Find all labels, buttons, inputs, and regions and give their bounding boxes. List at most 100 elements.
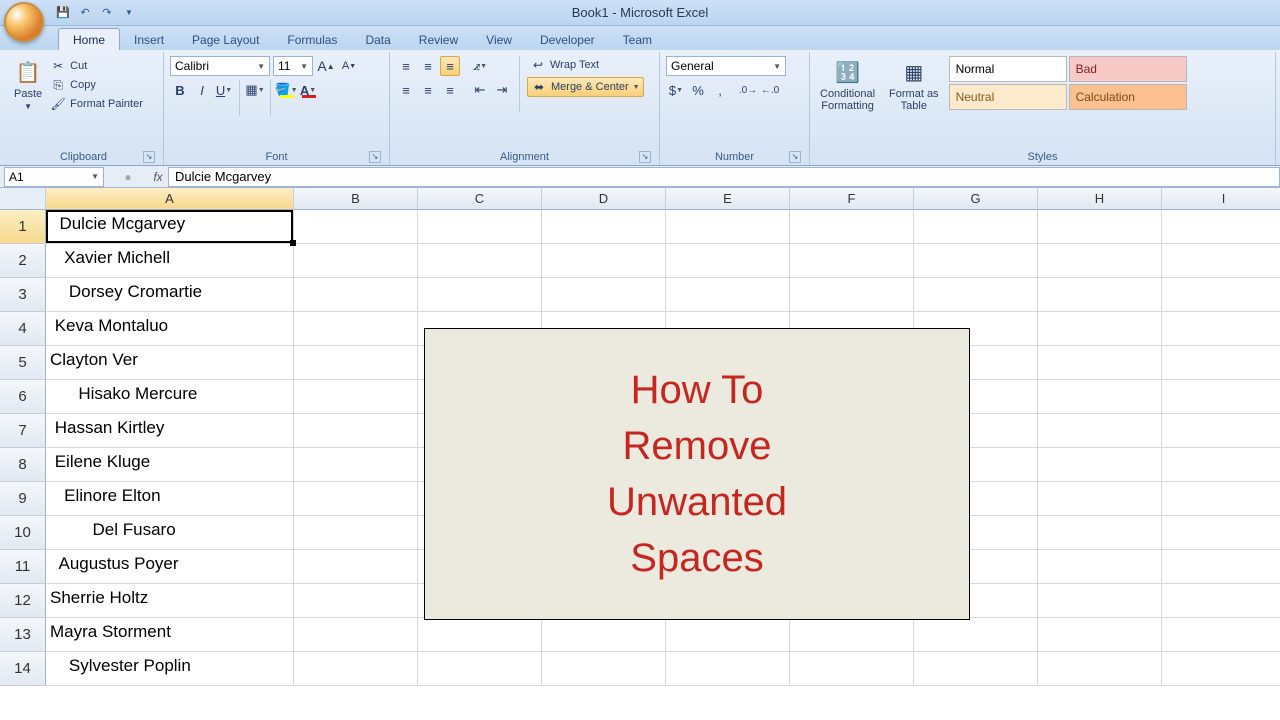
tab-review[interactable]: Review xyxy=(405,29,472,50)
column-header[interactable]: E xyxy=(666,188,790,210)
comma-icon[interactable]: , xyxy=(710,80,730,100)
redo-icon[interactable]: ↷ xyxy=(98,4,116,22)
select-all-corner[interactable] xyxy=(0,188,46,210)
style-neutral[interactable]: Neutral xyxy=(949,84,1067,110)
row-header[interactable]: 12 xyxy=(0,584,46,618)
column-header[interactable]: A xyxy=(46,188,294,210)
style-bad[interactable]: Bad xyxy=(1069,56,1187,82)
name-box[interactable]: A1▼ xyxy=(4,167,104,187)
cell[interactable]: Sylvester Poplin xyxy=(46,652,294,686)
cell[interactable] xyxy=(1038,210,1162,244)
row-header[interactable]: 6 xyxy=(0,380,46,414)
cell[interactable] xyxy=(790,618,914,652)
cell[interactable] xyxy=(666,278,790,312)
cell[interactable] xyxy=(418,278,542,312)
cell[interactable] xyxy=(1038,346,1162,380)
cell[interactable] xyxy=(294,618,418,652)
cell[interactable] xyxy=(294,380,418,414)
font-color-button[interactable]: A▼ xyxy=(298,80,318,100)
percent-icon[interactable]: % xyxy=(688,80,708,100)
cell[interactable] xyxy=(542,210,666,244)
row-header[interactable]: 7 xyxy=(0,414,46,448)
cell[interactable] xyxy=(1162,278,1280,312)
office-button[interactable] xyxy=(4,2,44,42)
row-header[interactable]: 3 xyxy=(0,278,46,312)
cell[interactable] xyxy=(294,482,418,516)
column-header[interactable]: F xyxy=(790,188,914,210)
cell[interactable]: Xavier Michell xyxy=(46,244,294,278)
cell[interactable] xyxy=(418,244,542,278)
cell[interactable] xyxy=(790,244,914,278)
cell[interactable] xyxy=(1162,652,1280,686)
accounting-format-icon[interactable]: $▼ xyxy=(666,80,686,100)
cell[interactable] xyxy=(1162,550,1280,584)
cell[interactable] xyxy=(1162,210,1280,244)
style-normal[interactable]: Normal xyxy=(949,56,1067,82)
cell[interactable] xyxy=(1162,414,1280,448)
increase-indent-icon[interactable]: ⇥ xyxy=(492,80,512,100)
cell[interactable] xyxy=(790,210,914,244)
font-name-select[interactable]: Calibri▼ xyxy=(170,56,270,76)
decrease-decimal-icon[interactable]: ←.0 xyxy=(760,80,780,100)
cell[interactable] xyxy=(294,244,418,278)
align-middle-icon[interactable]: ≡ xyxy=(418,56,438,76)
cell[interactable] xyxy=(1038,482,1162,516)
cell[interactable]: Elinore Elton xyxy=(46,482,294,516)
cell[interactable] xyxy=(914,278,1038,312)
decrease-indent-icon[interactable]: ⇤ xyxy=(470,80,490,100)
tab-team[interactable]: Team xyxy=(609,29,666,50)
cell[interactable]: Sherrie Holtz xyxy=(46,584,294,618)
cell[interactable] xyxy=(1038,652,1162,686)
cell[interactable] xyxy=(1038,380,1162,414)
cell[interactable] xyxy=(294,584,418,618)
italic-button[interactable]: I xyxy=(192,80,212,100)
cell[interactable] xyxy=(1038,448,1162,482)
dialog-launcher-icon[interactable]: ↘ xyxy=(143,151,155,163)
cell[interactable] xyxy=(1162,380,1280,414)
formula-input[interactable]: Dulcie Mcgarvey xyxy=(168,167,1280,187)
column-header[interactable]: B xyxy=(294,188,418,210)
column-header[interactable]: C xyxy=(418,188,542,210)
column-header[interactable]: H xyxy=(1038,188,1162,210)
cell[interactable]: Dulcie Mcgarvey xyxy=(46,210,294,244)
cell[interactable] xyxy=(1162,516,1280,550)
cell[interactable] xyxy=(1162,448,1280,482)
border-button[interactable]: ▦▼ xyxy=(245,80,265,100)
tab-view[interactable]: View xyxy=(472,29,526,50)
row-header[interactable]: 1 xyxy=(0,210,46,244)
cell[interactable] xyxy=(1162,346,1280,380)
cell[interactable] xyxy=(1038,312,1162,346)
save-icon[interactable]: 💾 xyxy=(54,4,72,22)
spreadsheet-grid[interactable]: ABCDEFGHI 1234567891011121314 Dulcie Mcg… xyxy=(0,188,1280,720)
wrap-text-button[interactable]: ↩Wrap Text xyxy=(527,56,644,74)
decrease-font-icon[interactable]: A▼ xyxy=(339,56,359,76)
row-header[interactable]: 14 xyxy=(0,652,46,686)
cell[interactable]: Dorsey Cromartie xyxy=(46,278,294,312)
cell[interactable] xyxy=(294,312,418,346)
row-header[interactable]: 2 xyxy=(0,244,46,278)
cell[interactable]: Eilene Kluge xyxy=(46,448,294,482)
cell[interactable] xyxy=(294,210,418,244)
cell[interactable] xyxy=(1162,482,1280,516)
row-header[interactable]: 11 xyxy=(0,550,46,584)
cell[interactable] xyxy=(914,618,1038,652)
fill-color-button[interactable]: 🪣▼ xyxy=(276,80,296,100)
cell[interactable] xyxy=(418,652,542,686)
cell[interactable] xyxy=(666,652,790,686)
font-size-select[interactable]: 11▼ xyxy=(273,56,313,76)
tab-developer[interactable]: Developer xyxy=(526,29,609,50)
cell[interactable] xyxy=(294,550,418,584)
tab-insert[interactable]: Insert xyxy=(120,29,178,50)
cell[interactable] xyxy=(294,516,418,550)
align-right-icon[interactable]: ≡ xyxy=(440,80,460,100)
undo-icon[interactable]: ↶ xyxy=(76,4,94,22)
cell[interactable] xyxy=(914,652,1038,686)
tab-data[interactable]: Data xyxy=(351,29,404,50)
cell[interactable] xyxy=(418,618,542,652)
cell[interactable] xyxy=(1038,618,1162,652)
cell[interactable] xyxy=(1038,584,1162,618)
cell[interactable] xyxy=(294,652,418,686)
row-header[interactable]: 5 xyxy=(0,346,46,380)
format-as-table-button[interactable]: ▦ Format as Table xyxy=(885,56,943,114)
cell[interactable] xyxy=(1038,516,1162,550)
